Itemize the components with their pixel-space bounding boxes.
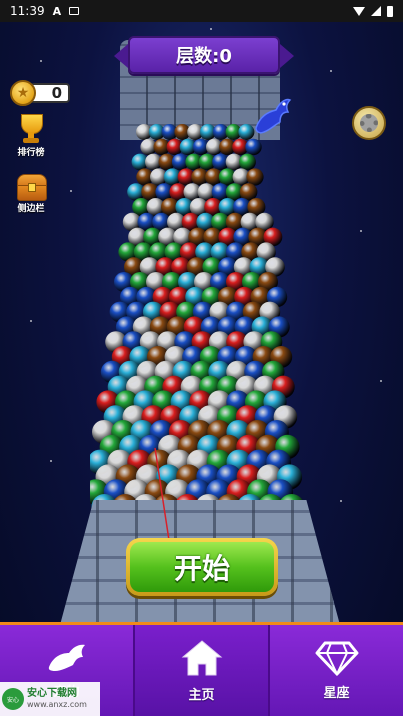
start-button-label: 开始	[130, 542, 274, 592]
wifi-icon	[353, 6, 365, 16]
watermark: 安心 安心下载网 www.anxz.com	[0, 682, 100, 716]
notification-a-icon: A	[52, 4, 62, 18]
nav-constellation[interactable]: 星座	[270, 625, 403, 716]
watermark-logo-icon: 安心	[2, 688, 24, 710]
aim-line	[154, 447, 173, 561]
notification-image-icon	[69, 7, 80, 15]
status-time: 11:39	[10, 4, 45, 18]
status-bar: 11:39 A	[0, 0, 403, 22]
start-button[interactable]: 开始	[126, 538, 278, 596]
signal-icon	[371, 6, 381, 16]
battery-icon	[387, 5, 393, 17]
dragon-icon	[48, 644, 85, 671]
nav-home[interactable]: 主页	[133, 625, 270, 716]
nav-constellation-label: 星座	[323, 686, 350, 701]
watermark-title: 安心下载网	[27, 688, 77, 699]
diamond-icon	[315, 641, 358, 676]
home-icon	[181, 640, 222, 676]
watermark-url: www.anxz.com	[27, 700, 87, 709]
nav-home-label: 主页	[188, 688, 215, 703]
